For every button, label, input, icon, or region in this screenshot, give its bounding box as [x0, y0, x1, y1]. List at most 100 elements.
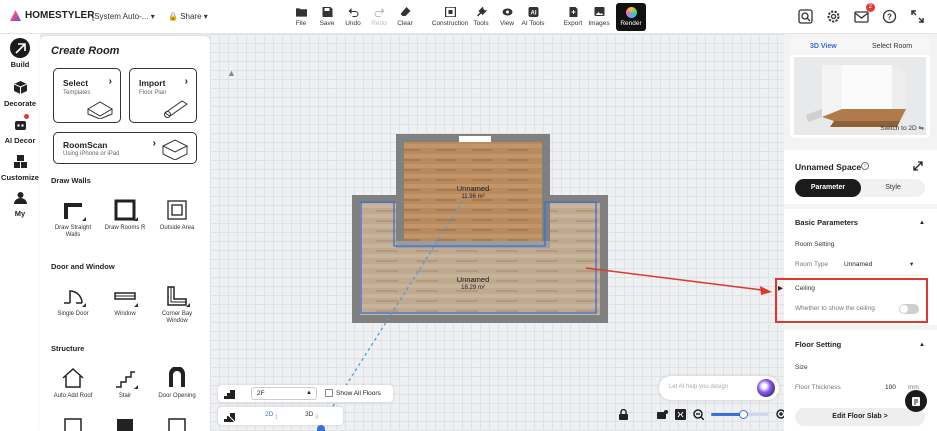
- ai-tools-button[interactable]: AI AI Tools: [520, 3, 546, 31]
- zoom-out-icon[interactable]: [693, 409, 704, 420]
- plan-view-icon: [224, 411, 235, 422]
- tools-button[interactable]: Tools: [468, 3, 494, 31]
- stair-icon: [112, 366, 138, 390]
- construction-button[interactable]: Construction: [432, 3, 468, 31]
- export-icon: [568, 7, 579, 17]
- expand-icon: [910, 9, 924, 23]
- save-button[interactable]: Save: [314, 3, 340, 31]
- drag-handle[interactable]: [317, 425, 325, 431]
- room-area-upper: 11.96 m²: [461, 194, 485, 200]
- rail-item-build[interactable]: Build: [0, 38, 40, 69]
- show-all-floors-checkbox[interactable]: Show All Floors: [325, 389, 381, 397]
- ai-design-input[interactable]: Let AI help you design: [659, 376, 779, 400]
- single-door-tool[interactable]: Single Door: [48, 284, 98, 318]
- robot-icon: [10, 114, 30, 134]
- size-label: Size: [795, 364, 808, 371]
- collapse-icon[interactable]: ▲: [919, 220, 925, 226]
- rail-item-ai-decor[interactable]: AI Decor: [0, 114, 40, 145]
- chevron-down-icon[interactable]: ▾: [910, 260, 913, 268]
- select-templates-card[interactable]: Select Templates ›: [53, 68, 121, 123]
- basic-parameters-header[interactable]: Basic Parameters: [795, 218, 858, 227]
- undo-button[interactable]: Undo: [340, 3, 366, 31]
- fullscreen-button[interactable]: [909, 8, 925, 24]
- structure-item-5[interactable]: [100, 414, 150, 431]
- clear-button[interactable]: Clear: [392, 3, 418, 31]
- straight-wall-icon: [60, 198, 86, 222]
- eye-icon: [502, 7, 513, 17]
- edit-floor-slab-button[interactable]: Edit Floor Slab >: [795, 408, 925, 426]
- room-square-icon: [112, 198, 138, 222]
- roof-icon: [60, 366, 86, 390]
- rail-item-my[interactable]: My: [0, 187, 40, 218]
- lock-icon[interactable]: [618, 409, 629, 420]
- render-button[interactable]: Render: [616, 3, 646, 31]
- room-name-lower[interactable]: Unnamed: [443, 275, 503, 284]
- collapse-icon[interactable]: ▲: [919, 342, 925, 348]
- share-button[interactable]: 🔒 Share ▾: [168, 12, 208, 21]
- floor-thickness-input[interactable]: 100: [885, 384, 896, 391]
- door-gap: [459, 136, 491, 142]
- auto-add-roof-tool[interactable]: Auto Add Roof: [48, 366, 98, 400]
- stairs-floor-icon: [224, 390, 235, 399]
- room-type-select[interactable]: Unnamed: [844, 261, 872, 268]
- messages-button[interactable]: 2: [853, 3, 875, 24]
- tab-style[interactable]: Style: [861, 179, 925, 197]
- import-floor-plan-card[interactable]: Import Floor Plan ›: [129, 68, 197, 123]
- settings-button[interactable]: [825, 8, 841, 24]
- view-mode-bar: 2D 1 3D 3: [218, 407, 343, 425]
- export-button[interactable]: Export: [560, 3, 586, 31]
- cube-icon: [10, 77, 30, 97]
- svg-text:?: ?: [887, 12, 892, 21]
- images-button[interactable]: Images: [586, 3, 612, 31]
- ai-orb-icon[interactable]: [757, 379, 775, 397]
- switch-to-2d-button[interactable]: Switch to 2D ⇋: [880, 124, 924, 132]
- floor-plan-canvas[interactable]: ▲ Unnamed 11.96 m² Unnamed 18.29 m² 2F ▲…: [210, 34, 787, 431]
- main-toolbar: File Save Undo Redo Clear Construction T…: [288, 3, 646, 31]
- search-button[interactable]: [797, 8, 813, 24]
- draw-rooms-tool[interactable]: Draw Rooms R: [100, 198, 150, 232]
- help-button[interactable]: ?: [881, 8, 897, 24]
- structure-item-4[interactable]: [48, 414, 98, 431]
- window-tool[interactable]: Window: [100, 284, 150, 318]
- corner-bay-window-tool[interactable]: Corner Bay Window: [152, 284, 202, 325]
- feedback-button[interactable]: [905, 390, 927, 412]
- structure-item-6[interactable]: [152, 414, 202, 431]
- door-icon: [60, 284, 86, 308]
- help-icon: ?: [882, 9, 896, 23]
- rail-item-customize[interactable]: Customize: [0, 151, 40, 182]
- file-button[interactable]: File: [288, 3, 314, 31]
- room-setting-label: Room Setting: [795, 241, 835, 248]
- camera-icon[interactable]: [657, 409, 668, 420]
- blocks-icon: [10, 151, 30, 171]
- door-opening-tool[interactable]: Door Opening: [152, 366, 202, 400]
- floor-setting-header[interactable]: Floor Setting: [795, 340, 841, 349]
- top-right-actions: 2 ?: [797, 3, 925, 24]
- draw-straight-walls-tool[interactable]: Draw Straight Walls: [48, 198, 98, 239]
- window-icon: [112, 284, 138, 308]
- zoom-slider-knob[interactable]: [738, 410, 748, 419]
- app-logo[interactable]: HOMESTYLER: [10, 10, 94, 21]
- view-button[interactable]: View: [494, 3, 520, 31]
- redo-button[interactable]: Redo: [366, 3, 392, 31]
- outside-area-tool[interactable]: Outside Area: [152, 198, 202, 232]
- tab-select-room[interactable]: Select Room: [872, 43, 912, 50]
- rail-item-decorate[interactable]: Decorate: [0, 77, 40, 108]
- room-name-upper[interactable]: Unnamed: [443, 184, 503, 193]
- column-icon: [112, 414, 138, 431]
- fit-screen-icon[interactable]: [675, 409, 686, 420]
- info-icon[interactable]: i: [861, 162, 869, 170]
- zoom-slider[interactable]: [711, 410, 769, 419]
- roomscan-card[interactable]: RoomScan Using iPhone or iPad ›: [53, 132, 197, 164]
- tab-3d-view[interactable]: 3D View: [810, 43, 837, 50]
- view-3d-tab[interactable]: 3D 3: [305, 411, 318, 420]
- tab-parameter[interactable]: Parameter: [795, 179, 861, 197]
- search-icon: [797, 8, 813, 24]
- stair-tool[interactable]: Stair: [100, 366, 150, 400]
- floor-plan-drawing: [320, 134, 608, 426]
- logo-icon: [10, 10, 21, 21]
- project-name-dropdown[interactable]: [System Auto-... ▾: [92, 12, 155, 21]
- expand-icon[interactable]: [913, 161, 923, 171]
- top-bar: HOMESTYLER [System Auto-... ▾ 🔒 Share ▾ …: [0, 0, 937, 34]
- floor-select[interactable]: 2F ▲: [251, 387, 317, 400]
- view-2d-tab[interactable]: 2D 1: [265, 411, 278, 420]
